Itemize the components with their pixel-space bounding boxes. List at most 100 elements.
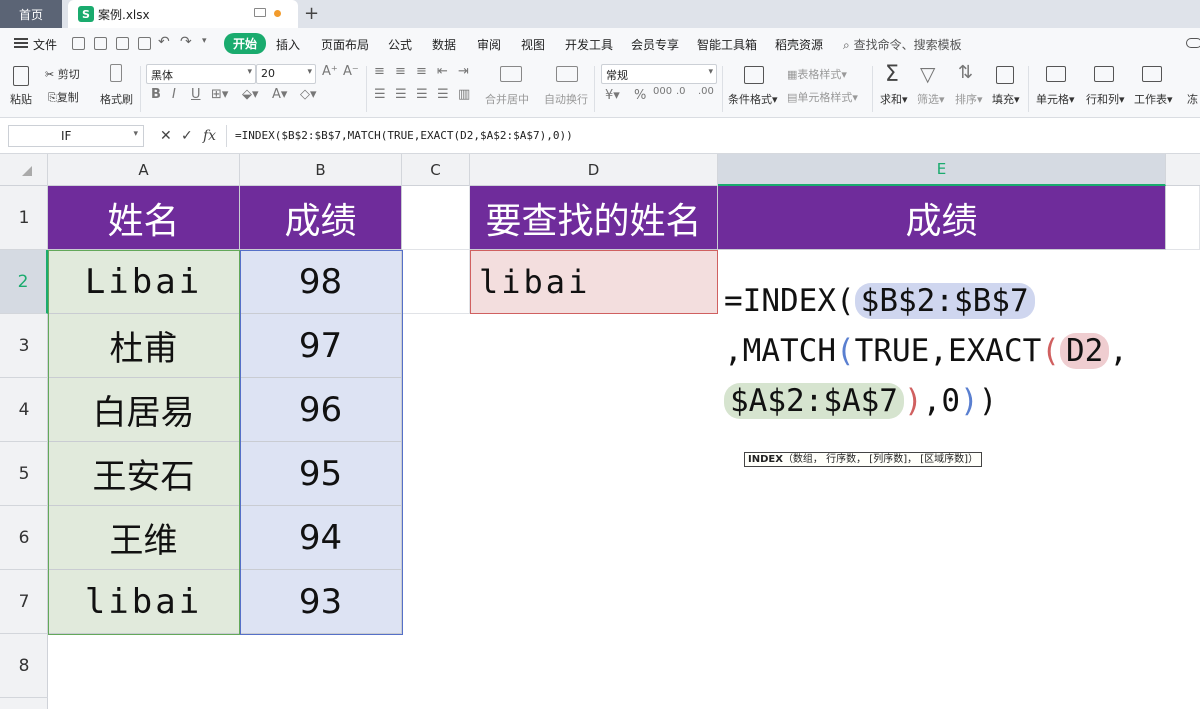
- font-grow-icon[interactable]: A⁺: [322, 64, 338, 79]
- menu-view[interactable]: 视图: [521, 36, 545, 53]
- decimal-increase-icon[interactable]: .0: [676, 86, 686, 97]
- copy-button[interactable]: ⎘复制: [48, 89, 79, 105]
- menu-page-layout[interactable]: 页面布局: [321, 36, 369, 53]
- row-col-button[interactable]: 行和列▾: [1086, 91, 1125, 107]
- format-painter-icon[interactable]: [110, 64, 122, 82]
- name-box[interactable]: IF ▾: [8, 125, 144, 147]
- cell-b6[interactable]: 94: [240, 506, 402, 570]
- italic-icon[interactable]: I: [172, 87, 176, 102]
- cell-icon[interactable]: [1046, 66, 1066, 82]
- font-name-select[interactable]: 黑体 ▾: [146, 64, 256, 84]
- column-header-c[interactable]: C: [402, 154, 470, 186]
- clear-format-icon[interactable]: ◇▾: [300, 87, 317, 102]
- currency-icon[interactable]: ¥▾: [605, 88, 620, 103]
- table-style-button[interactable]: ▦表格样式▾: [787, 66, 847, 82]
- export-icon[interactable]: [94, 37, 107, 50]
- format-painter-button[interactable]: 格式刷: [100, 91, 133, 107]
- font-size-select[interactable]: 20 ▾: [256, 64, 316, 84]
- preview-icon[interactable]: [138, 37, 151, 50]
- distributed-icon[interactable]: ▥: [458, 87, 470, 102]
- column-header-b[interactable]: B: [240, 154, 402, 186]
- justify-icon[interactable]: ☰: [437, 87, 449, 102]
- column-header-a[interactable]: A: [48, 154, 240, 186]
- cell-c1[interactable]: [402, 186, 470, 250]
- fill-icon[interactable]: [996, 66, 1014, 84]
- cell-b1[interactable]: 成绩: [240, 186, 402, 250]
- border-icon[interactable]: ⊞▾: [211, 87, 228, 102]
- home-tab[interactable]: 首页: [0, 0, 62, 28]
- worksheet-button[interactable]: 工作表▾: [1134, 91, 1173, 107]
- sort-button[interactable]: 排序▾: [955, 91, 983, 107]
- sum-button[interactable]: 求和▾: [880, 91, 908, 107]
- filter-button[interactable]: 筛选▾: [917, 91, 945, 107]
- underline-icon[interactable]: U: [191, 87, 201, 102]
- filter-icon[interactable]: ▽: [920, 62, 935, 86]
- monitor-icon[interactable]: [254, 8, 266, 17]
- row-header-3[interactable]: 3: [0, 314, 48, 378]
- cell-a5[interactable]: 王安石: [48, 442, 240, 506]
- column-header-d[interactable]: D: [470, 154, 718, 186]
- align-right-icon[interactable]: ☰: [416, 87, 428, 102]
- decimal-decrease-icon[interactable]: .00: [698, 86, 714, 97]
- wrap-text-button[interactable]: 自动换行: [544, 91, 588, 107]
- fill-button[interactable]: 填充▾: [992, 91, 1020, 107]
- indent-decrease-icon[interactable]: ⇤: [437, 64, 448, 79]
- align-top-icon[interactable]: ≡: [374, 64, 385, 79]
- bold-icon[interactable]: B: [151, 87, 161, 102]
- cut-button[interactable]: ✂ 剪切: [45, 66, 80, 82]
- file-tab[interactable]: S 案例.xlsx: [68, 0, 298, 28]
- worksheet-icon[interactable]: [1142, 66, 1162, 82]
- row-header-6[interactable]: 6: [0, 506, 48, 570]
- paste-icon[interactable]: [13, 66, 29, 86]
- tooltip-function-name[interactable]: INDEX: [748, 454, 783, 465]
- conditional-format-icon[interactable]: [744, 66, 764, 84]
- cell-a3[interactable]: 杜甫: [48, 314, 240, 378]
- row-header-7[interactable]: 7: [0, 570, 48, 634]
- number-format-select[interactable]: 常规 ▾: [601, 64, 717, 84]
- menu-review[interactable]: 审阅: [477, 36, 501, 53]
- cell-style-button[interactable]: ▤单元格样式▾: [787, 89, 858, 105]
- wrap-text-icon[interactable]: [556, 66, 578, 82]
- row-col-icon[interactable]: [1094, 66, 1114, 82]
- save-icon[interactable]: [72, 37, 85, 50]
- formula-input[interactable]: =INDEX($B$2:$B$7,MATCH(TRUE,EXACT(D2,$A$…: [226, 125, 1192, 147]
- cell-b3[interactable]: 97: [240, 314, 402, 378]
- cell-b5[interactable]: 95: [240, 442, 402, 506]
- row-header-4[interactable]: 4: [0, 378, 48, 442]
- menu-member[interactable]: 会员专享: [631, 36, 679, 53]
- align-left-icon[interactable]: ☰: [374, 87, 386, 102]
- menu-home[interactable]: 开始: [224, 33, 267, 54]
- menu-smart-toolbox[interactable]: 智能工具箱: [697, 36, 757, 53]
- align-middle-icon[interactable]: ≡: [395, 64, 406, 79]
- quick-access-dropdown-icon[interactable]: ▾: [202, 36, 207, 46]
- percent-icon[interactable]: %: [634, 88, 646, 103]
- conditional-format-button[interactable]: 条件格式▾: [728, 91, 778, 107]
- thousands-icon[interactable]: 000: [653, 86, 672, 97]
- paste-button[interactable]: 粘贴: [10, 91, 32, 107]
- cell-d2[interactable]: libai: [470, 250, 718, 314]
- cell-button[interactable]: 单元格▾: [1036, 91, 1075, 107]
- freeze-button[interactable]: 冻: [1187, 91, 1198, 107]
- cell-b2[interactable]: 98: [240, 250, 402, 314]
- cell-a1[interactable]: 姓名: [48, 186, 240, 250]
- align-center-icon[interactable]: ☰: [395, 87, 407, 102]
- sort-icon[interactable]: ⇅: [958, 62, 973, 83]
- hamburger-icon[interactable]: [14, 38, 28, 48]
- row-header-5[interactable]: 5: [0, 442, 48, 506]
- sum-icon[interactable]: Σ: [885, 62, 899, 87]
- cell-a2[interactable]: Libai: [48, 250, 240, 314]
- cloud-icon[interactable]: [1186, 38, 1200, 48]
- select-all-corner[interactable]: [0, 154, 48, 186]
- undo-icon[interactable]: ↶: [158, 34, 170, 50]
- column-header-e[interactable]: E: [718, 154, 1166, 186]
- cell-b4[interactable]: 96: [240, 378, 402, 442]
- align-bottom-icon[interactable]: ≡: [416, 64, 427, 79]
- merge-center-button[interactable]: 合并居中: [485, 91, 529, 107]
- insert-function-icon[interactable]: fx: [203, 128, 216, 144]
- print-icon[interactable]: [116, 37, 129, 50]
- menu-docer[interactable]: 稻壳资源: [775, 36, 823, 53]
- cell-d1[interactable]: 要查找的姓名: [470, 186, 718, 250]
- indent-increase-icon[interactable]: ⇥: [458, 64, 469, 79]
- row-header-1[interactable]: 1: [0, 186, 48, 250]
- cell-e2-formula-editor[interactable]: =INDEX($B$2:$B$7 ,MATCH(TRUE,EXACT(D2, $…: [724, 276, 1194, 426]
